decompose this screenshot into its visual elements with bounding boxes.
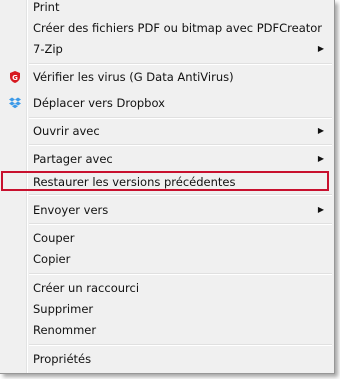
menu-item-rename[interactable]: Renommer [2,320,332,340]
menu-item-pdfcreator[interactable]: Créer des fichiers PDF ou bitmap avec PD… [2,18,332,38]
menu-item-label: Déplacer vers Dropbox [33,96,165,110]
menu-item-label: Restaurer les versions précédentes [33,175,236,189]
menu-item-label: Ouvrir avec [33,124,100,138]
menu-item-delete[interactable]: Supprimer [2,299,332,319]
menu-item-properties[interactable]: Propriétés [2,349,332,369]
menu-item-label: Propriétés [33,352,92,366]
gdata-shield-icon: G [8,70,22,84]
menu-item-label: 7-Zip [33,42,63,56]
menu-item-send-to[interactable]: Envoyer vers ▶ [2,200,332,220]
menu-item-label: Créer un raccourci [33,281,140,295]
menu-item-label: Vérifier les virus (G Data AntiVirus) [33,70,234,84]
menu-item-dropbox[interactable]: Déplacer vers Dropbox [2,93,332,113]
menu-item-restore-previous-versions[interactable]: Restaurer les versions précédentes [1,171,329,191]
svg-text:G: G [12,74,18,82]
menu-item-label: Partager avec [33,152,113,166]
menu-separator [29,63,332,65]
menu-item-label: Couper [33,231,75,245]
menu-separator [29,117,332,119]
submenu-arrow-icon: ▶ [317,44,324,53]
menu-item-cut[interactable]: Couper [2,228,332,248]
submenu-arrow-icon: ▶ [317,205,324,214]
menu-item-open-with[interactable]: Ouvrir avec ▶ [2,121,332,141]
dropbox-icon [8,96,22,110]
menu-separator [29,144,332,146]
menu-item-label: Créer des fichiers PDF ou bitmap avec PD… [33,21,323,35]
menu-separator [29,344,332,346]
menu-item-share-with[interactable]: Partager avec ▶ [2,149,332,169]
menu-item-print[interactable]: Print [2,0,332,17]
menu-separator [29,223,332,225]
menu-item-7zip[interactable]: 7-Zip ▶ [2,39,332,59]
menu-item-copy[interactable]: Copier [2,249,332,269]
menu-item-scan-virus[interactable]: G Vérifier les virus (G Data AntiVirus) [2,67,332,87]
menu-item-label: Renommer [33,323,97,337]
menu-item-label: Envoyer vers [33,203,109,217]
context-menu: Print Créer des fichiers PDF ou bitmap a… [0,0,335,374]
menu-separator [29,194,332,196]
menu-item-label: Copier [33,252,71,266]
submenu-arrow-icon: ▶ [317,126,324,135]
submenu-arrow-icon: ▶ [317,154,324,163]
menu-separator [29,273,332,275]
menu-item-create-shortcut[interactable]: Créer un raccourci [2,278,332,298]
menu-item-label: Supprimer [33,302,94,316]
menu-item-label: Print [33,0,60,14]
